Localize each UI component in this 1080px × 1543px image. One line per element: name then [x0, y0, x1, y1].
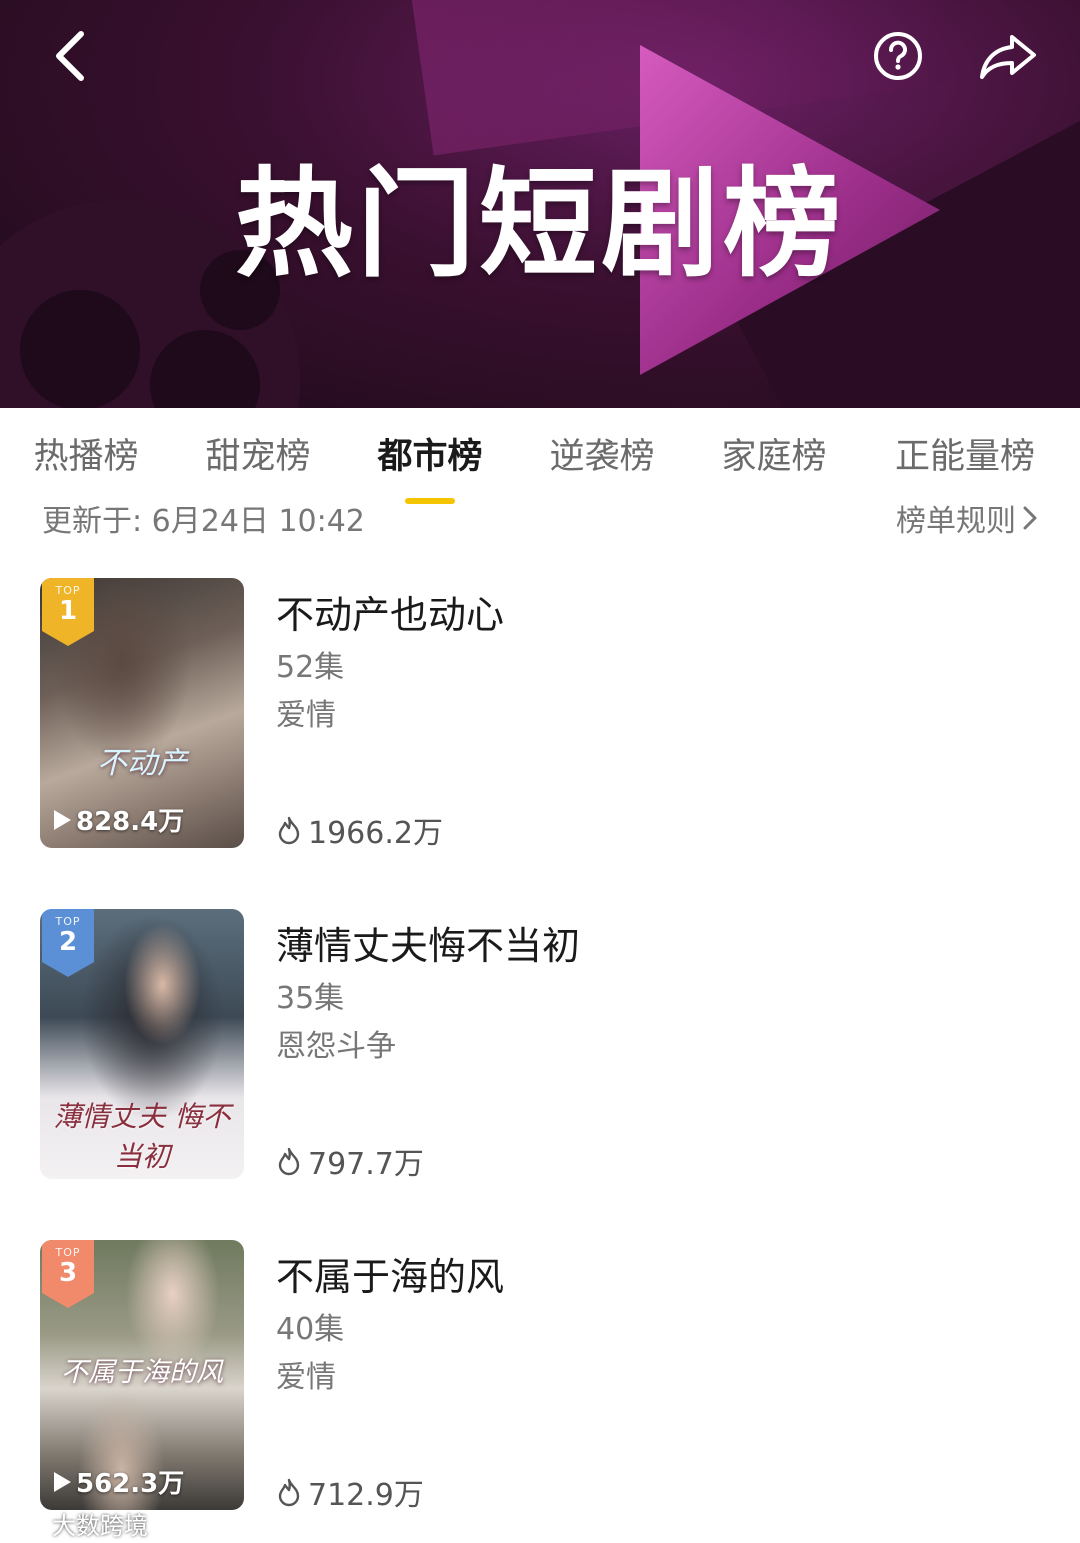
cover-play-count: 562.3万 [52, 1463, 184, 1500]
film-reel-hole [20, 290, 140, 408]
drama-cover[interactable]: TOP 3 不属于海的风 562.3万 [40, 1240, 244, 1510]
watermark-text: 大数跨境 [52, 1512, 148, 1540]
share-arrow-icon [980, 35, 1036, 79]
drama-cover[interactable]: TOP 1 不动产 828.4万 [40, 578, 244, 848]
help-button[interactable] [870, 28, 926, 84]
list-item[interactable]: TOP 1 不动产 828.4万 不动产也动心 52集 爱情 1966.2万 [0, 578, 1080, 852]
cover-title-art: 不动产 [97, 746, 187, 781]
tab-label: 都市榜 [377, 437, 483, 477]
flame-icon [278, 1147, 300, 1176]
tab-comeback[interactable]: 逆袭榜 [546, 428, 658, 484]
rank-number: 2 [58, 927, 78, 957]
tab-hot[interactable]: 热播榜 [30, 428, 142, 484]
rank-number: 1 [58, 596, 78, 626]
cover-play-count: 828.4万 [52, 801, 184, 838]
episode-count: 40集 [276, 1312, 345, 1347]
update-timestamp: 更新于: 6月24日 10:42 [42, 504, 365, 539]
category-tabs: 热播榜 甜宠榜 都市榜 逆袭榜 家庭榜 正能量榜 [0, 410, 1080, 504]
genre-tag: 爱情 [276, 698, 336, 733]
rank-badge-top-label: TOP [55, 915, 81, 928]
cover-play-count-value: 562.3万 [76, 1469, 185, 1499]
question-circle-icon [874, 32, 922, 80]
ranking-rules-label: 榜单规则 [896, 504, 1016, 539]
heat-value: 797.7万 [276, 1139, 424, 1183]
rank-badge-top-label: TOP [55, 1246, 81, 1259]
chevron-right-icon [1023, 506, 1037, 530]
cover-title-art: 薄情丈夫 悔不当初 [53, 1100, 231, 1173]
tab-urban[interactable]: 都市榜 [374, 428, 486, 504]
tab-label: 家庭榜 [721, 437, 827, 477]
flame-icon [278, 1478, 300, 1507]
ranking-rules-link[interactable]: 榜单规则 [896, 496, 1038, 540]
chevron-left-icon [56, 31, 84, 81]
watermark-logo-icon [8, 1514, 44, 1533]
tab-positive-energy[interactable]: 正能量榜 [890, 428, 1040, 484]
tab-family[interactable]: 家庭榜 [718, 428, 830, 484]
cover-title-art: 不属于海的风 [61, 1357, 223, 1388]
cover-play-count-value: 828.4万 [76, 807, 185, 837]
back-button[interactable] [40, 26, 100, 86]
list-item[interactable]: TOP 3 不属于海的风 562.3万 不属于海的风 40集 爱情 712.9万 [0, 1240, 1080, 1514]
flame-icon [278, 816, 300, 845]
episode-count: 35集 [276, 981, 345, 1016]
play-icon [54, 1471, 71, 1492]
tab-label: 正能量榜 [894, 437, 1035, 477]
update-row: 更新于: 6月24日 10:42 榜单规则 [0, 494, 1080, 542]
rank-number: 3 [58, 1258, 78, 1288]
heat-value-text: 797.7万 [308, 1147, 424, 1182]
tab-label: 逆袭榜 [549, 437, 655, 477]
tab-label: 甜宠榜 [205, 437, 311, 477]
drama-title[interactable]: 薄情丈夫悔不当初 [276, 915, 580, 970]
header-banner: 热门短剧榜 [0, 0, 1080, 408]
drama-title[interactable]: 不动产也动心 [276, 584, 504, 639]
watermark: 大数跨境 [8, 1506, 148, 1541]
episode-count: 52集 [276, 650, 345, 685]
genre-tag: 爱情 [276, 1360, 336, 1395]
drama-cover[interactable]: TOP 2 薄情丈夫 悔不当初 [40, 909, 244, 1179]
heat-value-text: 712.9万 [308, 1478, 424, 1513]
play-icon [54, 809, 71, 830]
share-button[interactable] [976, 28, 1040, 84]
tab-label: 热播榜 [33, 437, 139, 477]
drama-title[interactable]: 不属于海的风 [276, 1246, 504, 1301]
heat-value-text: 1966.2万 [308, 816, 443, 851]
page-title: 热门短剧榜 [234, 155, 845, 293]
rank-badge-top-label: TOP [55, 584, 81, 597]
list-item[interactable]: TOP 2 薄情丈夫 悔不当初 薄情丈夫悔不当初 35集 恩怨斗争 797.7万 [0, 909, 1080, 1183]
tab-sweet[interactable]: 甜宠榜 [202, 428, 314, 484]
genre-tag: 恩怨斗争 [276, 1029, 396, 1064]
heat-value: 712.9万 [276, 1470, 424, 1514]
heat-value: 1966.2万 [276, 808, 443, 852]
